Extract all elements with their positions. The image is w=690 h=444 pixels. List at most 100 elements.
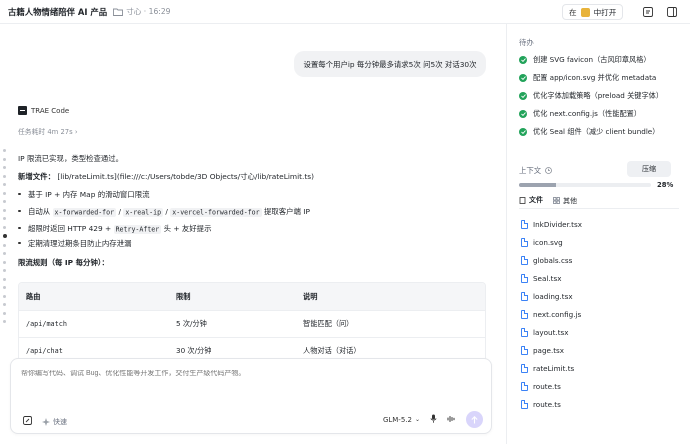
file-icon [521,382,528,391]
model-label: GLM-5.2 [382,415,412,424]
sidebar-toggle-button[interactable] [665,5,679,19]
tab-files-label: 文件 [529,196,543,204]
trae-logo-icon [18,106,27,115]
grid-icon [553,197,560,204]
panel-tabs: 文件 其他 [519,195,577,209]
open-in-button[interactable]: 在 中打开 [562,4,624,20]
file-item[interactable]: page.tsx [521,346,564,355]
file-name: rateLimit.ts [533,364,575,373]
file-icon [521,346,528,355]
file-item[interactable]: loading.tsx [521,292,573,301]
project-meta: 寸心 · 16:29 [126,7,171,16]
input-toolbar-right: GLM-5.2 ⌄ [383,411,483,428]
toggle-panel-button[interactable] [641,5,655,19]
todo-text: 优化 Seal 组件（减少 client bundle） [533,127,660,136]
user-message: 设置每个用户ip 每分钟最多请求5次 问5次 对话30次 [294,51,486,77]
chat-area: 设置每个用户ip 每分钟最多请求5次 问5次 对话30次 TRAE Code 任… [0,24,506,444]
folder-app-icon [580,7,590,17]
file-name: route.ts [533,400,561,409]
todo-text: 优化 next.config.js（性能配置） [533,109,642,118]
context-usage-bar [519,183,651,187]
table-header-cell: 说明 [303,291,318,301]
file-icon [521,238,528,247]
bullet-text: 超限时返回 HTTP 429 + [28,224,112,233]
app-title: 古籍人物情绪陪伴 AI 产品 [8,6,108,17]
bullet-text: 头 + 友好提示 [163,224,212,233]
input-toolbar-left: 快速 [23,416,67,427]
chevron-down-icon: ⌄ [414,416,420,423]
file-item[interactable]: InkDivider.tsx [521,220,582,229]
check-icon [519,128,527,136]
file-icon [521,256,528,265]
todo-item: 创建 SVG favicon（古风印章风格） [519,55,651,65]
file-tab-icon [519,196,526,204]
inline-code: x-vercel-forwarded-for [170,207,262,217]
file-name: loading.tsx [533,292,573,301]
todo-item: 优化 Seal 组件（减少 client bundle） [519,127,659,137]
file-name: route.ts [533,382,561,391]
table-header-cell: 限制 [176,291,191,301]
tab-other-label: 其他 [563,196,577,205]
table-cell: 人物对话（对话） [303,346,361,355]
file-name: Seal.tsx [533,274,562,283]
message-nav[interactable] [3,149,8,329]
send-button[interactable] [466,411,483,428]
folder-icon [113,8,124,16]
todo-item: 优化 next.config.js（性能配置） [519,109,641,119]
file-item[interactable]: icon.svg [521,238,563,247]
file-item[interactable]: Seal.tsx [521,274,562,283]
bullet-text: 自动从 [28,207,51,216]
new-file-link[interactable]: [lib/rateLimit.ts](file:///c:/Users/tobd… [57,172,314,181]
elapsed-time[interactable]: 任务耗时 4m 27s › [18,126,78,136]
check-icon [519,110,527,118]
attach-icon [23,416,32,425]
todo-text: 优化字体加载策略（preload 关键字体） [533,91,664,100]
speed-label: 快速 [53,417,67,426]
tab-files[interactable]: 文件 [519,195,543,209]
file-name: page.tsx [533,346,565,355]
bullet-text: 基于 IP + 内存 Map 的滑动窗口限流 [28,190,150,199]
context-label: 上下文 [519,166,542,175]
model-select[interactable]: GLM-5.2 ⌄ [383,416,420,424]
todo-text: 创建 SVG favicon（古风印章风格） [533,55,651,64]
file-item[interactable]: layout.tsx [521,328,569,337]
table-cell: 智能匹配（问） [303,319,354,328]
list-item: 超限时返回 HTTP 429 + Retry-After 头 + 友好提示 [17,223,212,234]
file-item[interactable]: route.ts [521,382,561,391]
clock-icon [545,167,553,174]
assistant-name: TRAE Code [31,106,70,115]
chevron-right-icon: › [74,128,78,136]
file-icon [521,220,528,229]
mic-button[interactable] [430,414,437,425]
voice-button[interactable] [447,415,456,425]
file-item[interactable]: globals.css [521,256,572,265]
chat-input[interactable] [21,370,421,377]
file-icon [521,328,528,337]
separator: / [165,207,168,216]
table-header-cell: 路由 [26,291,41,301]
compress-button[interactable]: 压缩 [627,161,671,177]
file-icon [521,310,528,319]
speed-toggle[interactable]: 快速 [42,417,67,427]
mic-icon [430,414,437,423]
file-icon [521,292,528,301]
sidebar-icon [667,7,677,17]
list-item: 自动从 x-forwarded-for / x-real-ip / x-verc… [18,206,310,217]
bullet-text: 提取客户端 IP [263,207,310,216]
file-name: InkDivider.tsx [533,220,582,229]
check-icon [519,92,527,100]
attach-button[interactable] [23,416,32,427]
file-item[interactable]: rateLimit.ts [521,364,574,373]
sparkle-icon [42,417,50,426]
inline-code: x-forwarded-for [52,207,117,217]
table-cell: /api/chat [26,347,63,355]
tab-other[interactable]: 其他 [553,195,577,209]
tabs-divider [519,208,679,209]
file-item[interactable]: route.ts [521,400,561,409]
file-name: next.config.js [533,310,582,319]
chat-input-box[interactable]: 快速 GLM-5.2 ⌄ [10,358,492,434]
table-row: /api/match 5 次/分钟 智能匹配（问） [19,310,485,337]
file-item[interactable]: next.config.js [521,310,581,319]
response-intro: IP 限流已实现，类型检查通过。 [18,154,124,163]
arrow-up-icon [471,415,478,423]
